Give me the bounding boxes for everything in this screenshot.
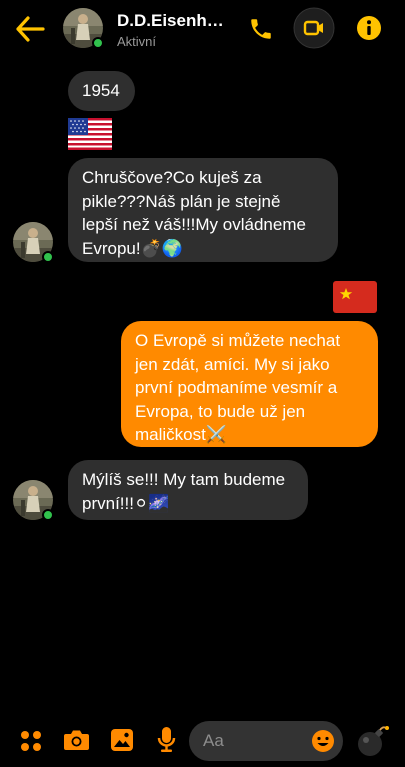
message-line: pikle???Náš plán je stejně — [82, 191, 281, 211]
message-line: Evropu!💣🌍 — [82, 238, 183, 258]
emoji-icon[interactable] — [311, 729, 335, 753]
message-received[interactable]: Chruščove?Co kuješ za pikle???Náš plán j… — [68, 158, 338, 262]
gallery-icon[interactable] — [110, 728, 134, 752]
online-indicator — [42, 509, 54, 521]
online-indicator — [92, 37, 104, 49]
back-arrow-icon[interactable] — [14, 14, 46, 44]
bomb-icon[interactable] — [356, 724, 390, 758]
ussr-flag-icon[interactable] — [333, 281, 377, 313]
contact-avatar[interactable] — [63, 8, 104, 49]
message-line: Evropa, to bude už jen — [135, 401, 306, 421]
message-line: jen zdát, amíci. My si jako — [135, 354, 330, 374]
video-icon[interactable] — [293, 7, 335, 49]
message-line: Chruščove?Co kuješ za — [82, 168, 262, 187]
sender-avatar[interactable] — [13, 222, 54, 263]
message-line: první podmaníme vesmír a — [135, 378, 338, 397]
message-line: první!!!⚪🌌 — [82, 493, 170, 513]
message-line: O Evropě si můžete nechat — [135, 331, 341, 350]
chat-header: D.D.Eisenhower Aktivní — [0, 0, 405, 58]
sender-avatar[interactable] — [13, 480, 54, 521]
message-sent[interactable]: O Evropě si můžete nechat jen zdát, amíc… — [121, 321, 378, 447]
info-icon[interactable] — [356, 15, 382, 41]
camera-icon[interactable] — [63, 728, 90, 752]
composer-bar: Aa — [0, 712, 405, 767]
message-input[interactable]: Aa — [189, 721, 343, 761]
message-received[interactable]: Mýlíš se!!! My tam budeme první!!!⚪🌌 — [68, 460, 308, 520]
contact-name[interactable]: D.D.Eisenhower — [117, 11, 229, 31]
message-text: 1954 — [82, 81, 120, 100]
us-flag-icon[interactable] — [68, 118, 112, 150]
message-line: maličkost⚔️ — [135, 425, 228, 444]
contact-status: Aktivní — [117, 34, 157, 49]
message-line: lepší než váš!!!My ovládneme — [82, 215, 306, 234]
online-indicator — [42, 251, 54, 263]
phone-icon[interactable] — [248, 16, 274, 42]
message-input-placeholder: Aa — [203, 731, 224, 750]
message-received[interactable]: 1954 — [68, 71, 135, 111]
message-line: Mýlíš se!!! My tam budeme — [82, 470, 286, 489]
apps-icon[interactable] — [20, 730, 42, 752]
microphone-icon[interactable] — [157, 726, 176, 754]
